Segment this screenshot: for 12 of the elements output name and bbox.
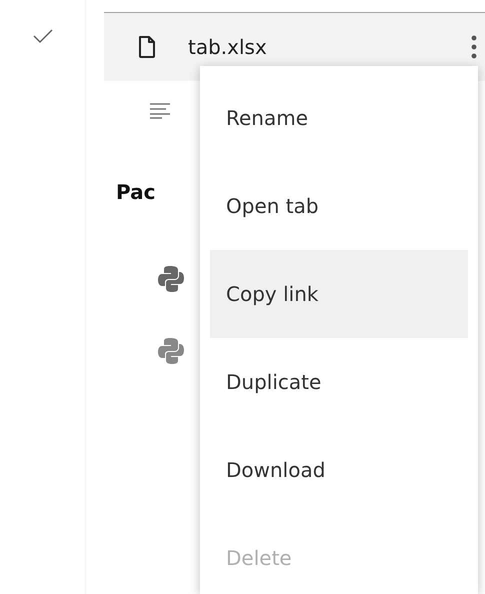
python-icon <box>158 265 184 293</box>
file-name: tab.xlsx <box>188 34 267 61</box>
menu-item[interactable]: Duplicate <box>210 338 468 426</box>
align-left-icon <box>150 103 170 119</box>
more-icon[interactable] <box>471 35 477 59</box>
menu-item[interactable]: Download <box>210 426 468 514</box>
menu-item[interactable]: Copy link <box>210 250 468 338</box>
section-heading: Pac <box>116 180 156 204</box>
checkmark-icon <box>32 28 54 44</box>
menu-item[interactable]: Open tab <box>210 162 468 250</box>
file-icon <box>138 36 156 58</box>
python-icon <box>158 337 184 365</box>
